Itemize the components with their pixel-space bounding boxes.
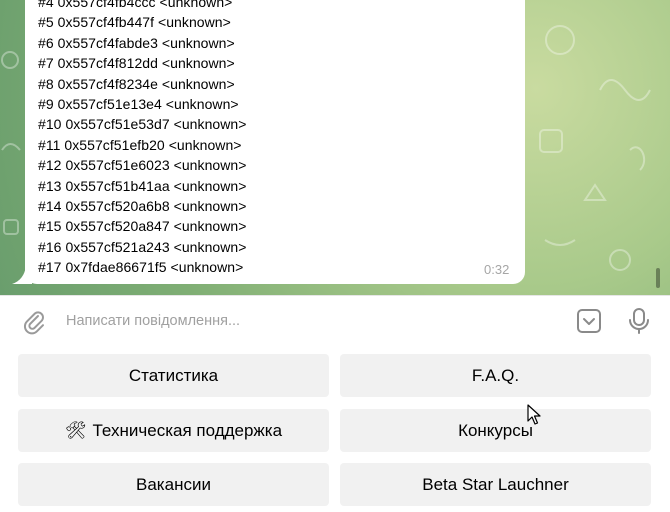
paperclip-icon[interactable] <box>20 308 48 336</box>
message-bubble-tail <box>12 266 32 284</box>
log-line: #14 0x557cf520a6b8 <unknown> <box>38 198 247 215</box>
message-log-text: #4 0x557cf4fb4ccc <unknown> #5 0x557cf4f… <box>38 0 246 278</box>
beta-star-launcher-button-label: Beta Star Lauchner <box>422 474 569 494</box>
log-line: #11 0x557cf51efb20 <unknown> <box>38 136 242 153</box>
mouse-cursor-icon <box>527 404 541 425</box>
chat-scrollbar[interactable] <box>656 268 660 288</box>
statistics-button[interactable]: Статистика <box>18 354 329 397</box>
message-timestamp: 0:32 <box>484 262 510 277</box>
log-line: #7 0x557cf4f812dd <unknown> <box>38 55 235 72</box>
log-line: #17 0x7fdae86671f5 <unknown> <box>38 259 244 276</box>
vacancies-button[interactable]: Вакансии <box>18 463 329 506</box>
chat-background: #4 0x557cf4fb4ccc <unknown> #5 0x557cf4f… <box>0 0 670 295</box>
contests-button[interactable]: Конкурсы <box>340 409 651 452</box>
contests-button-label: Конкурсы <box>458 420 533 440</box>
log-line: #9 0x557cf51e13e4 <unknown> <box>38 96 239 113</box>
message-composer <box>0 295 670 346</box>
message-input[interactable] <box>66 310 546 332</box>
log-line: #6 0x557cf4fabde3 <unknown> <box>38 34 235 51</box>
faq-button-label: F.A.Q. <box>471 365 520 385</box>
tools-icon: 🛠 <box>64 420 87 440</box>
faq-button[interactable]: F.A.Q. <box>340 354 651 397</box>
keyboard-toggle-icon[interactable] <box>574 306 604 336</box>
tech-support-button-label: Техническая поддержка <box>92 420 283 440</box>
log-line: #12 0x557cf51e6023 <unknown> <box>38 157 247 174</box>
tech-support-button[interactable]: 🛠 Техническая поддержка <box>18 409 329 452</box>
microphone-icon[interactable] <box>626 306 652 336</box>
vacancies-button-label: Вакансии <box>136 474 211 494</box>
log-line: #5 0x557cf4fb447f <unknown> <box>38 14 231 31</box>
statistics-button-label: Статистика <box>128 365 219 385</box>
log-line: #15 0x557cf520a847 <unknown> <box>38 218 247 235</box>
log-line: #16 0x557cf521a243 <unknown> <box>38 238 247 255</box>
beta-star-launcher-button[interactable]: Beta Star Lauchner <box>340 463 651 506</box>
log-line: #13 0x557cf51b41aa <unknown> <box>38 177 247 194</box>
log-line: #10 0x557cf51e53d7 <unknown> <box>38 116 247 133</box>
log-line: #4 0x557cf4fb4ccc <unknown> <box>38 0 233 10</box>
log-line: #8 0x557cf4f8234e <unknown> <box>38 75 235 92</box>
